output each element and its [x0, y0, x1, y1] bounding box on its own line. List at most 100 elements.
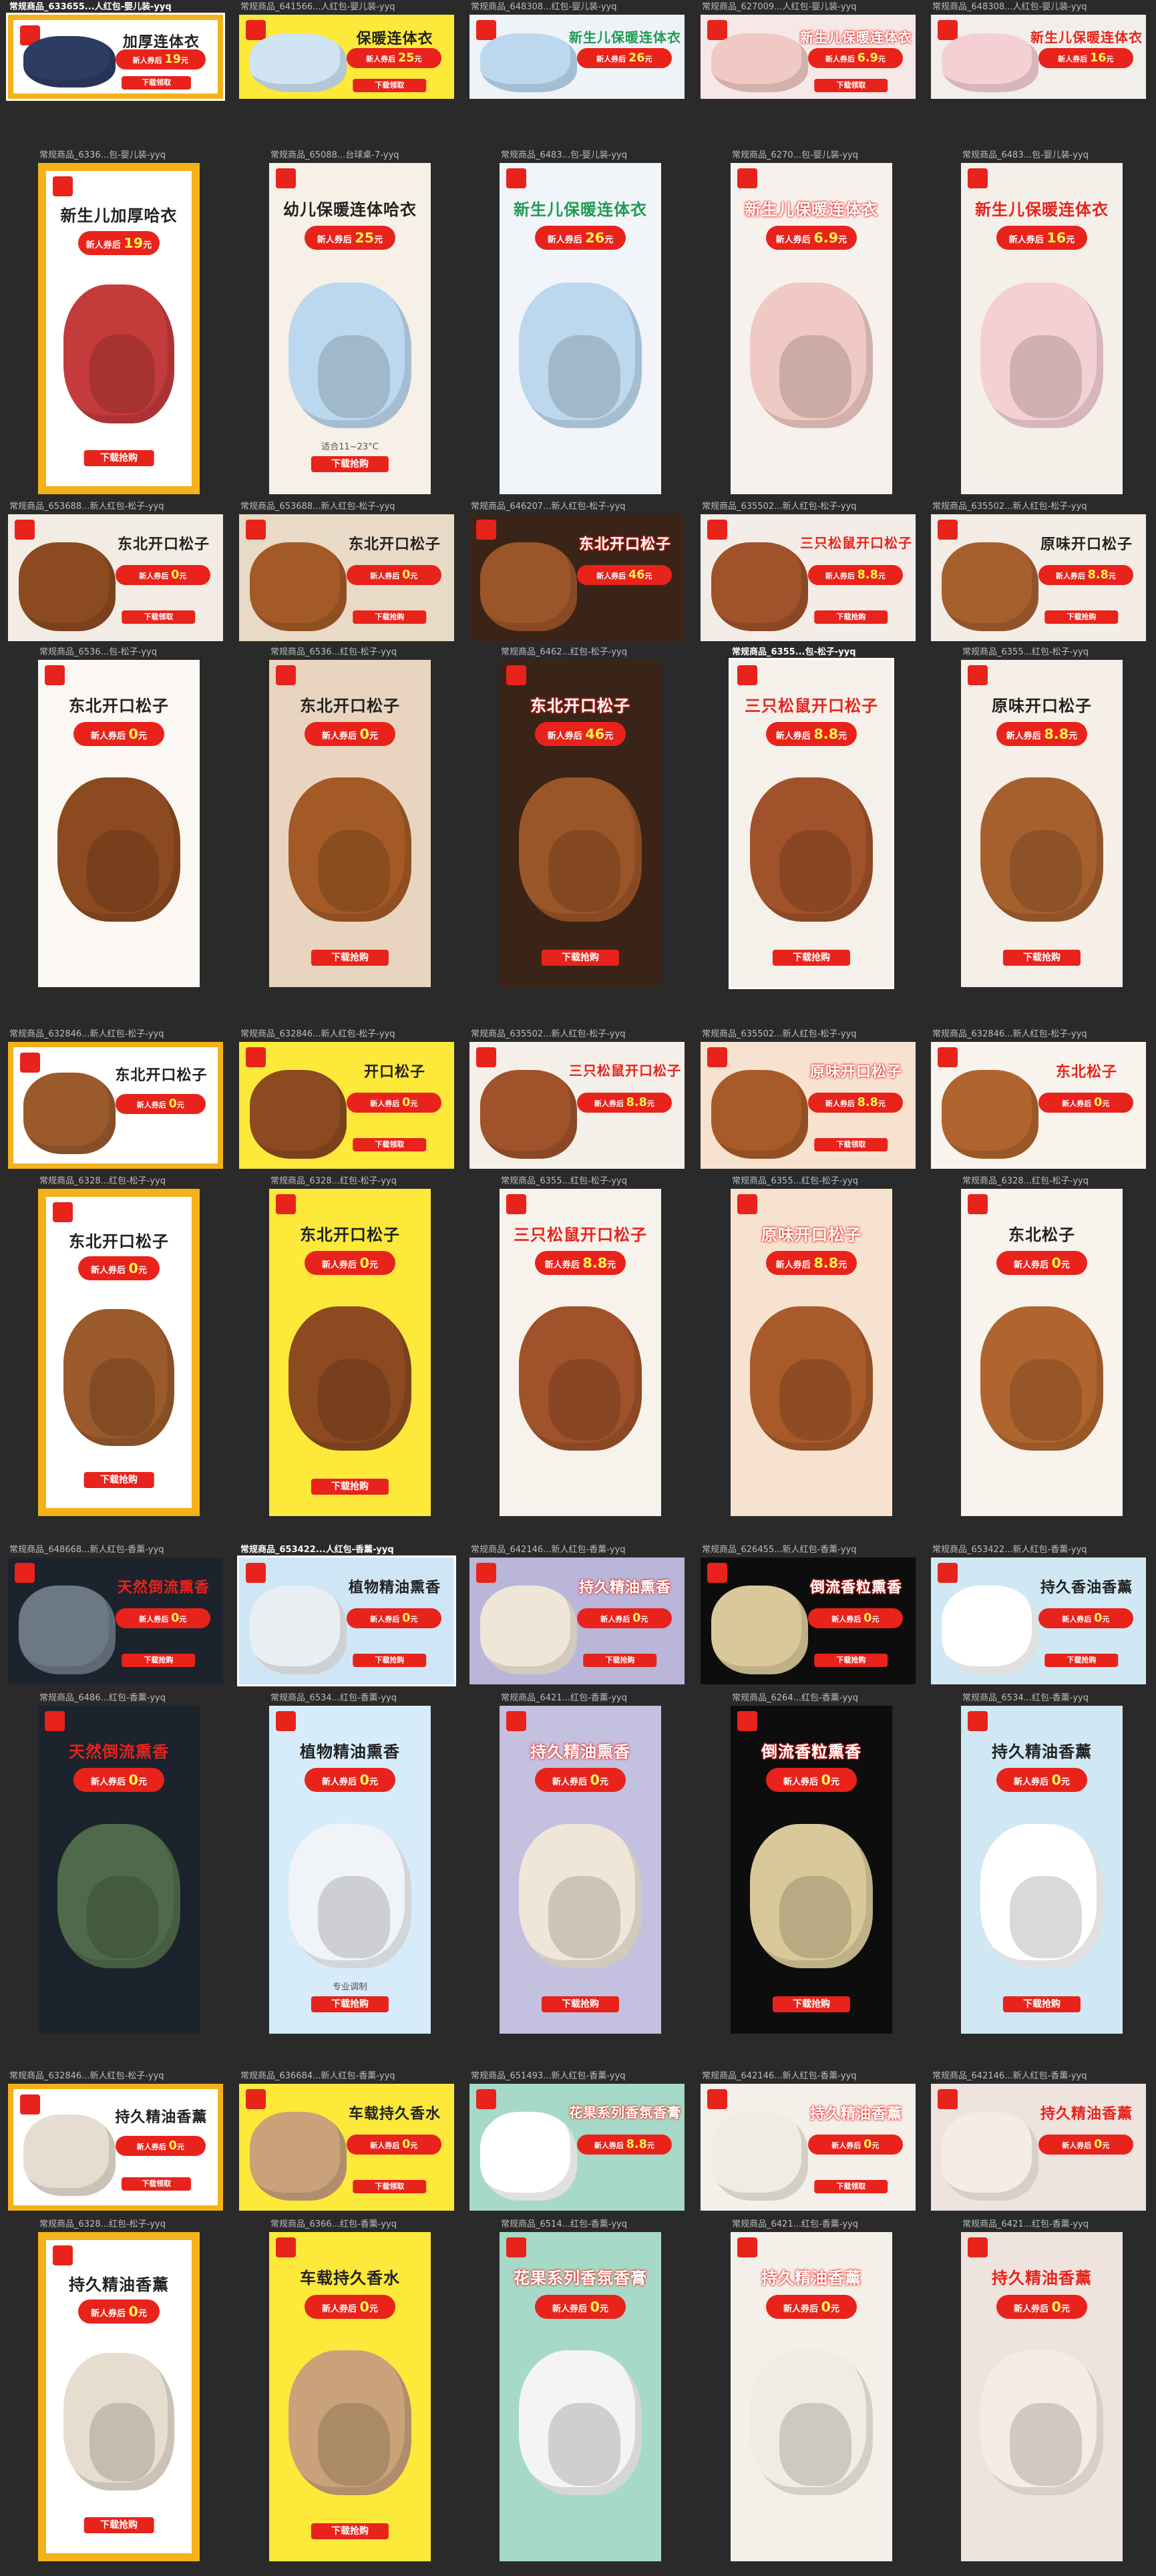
thumbnail-filename[interactable]: 常规商品_6536...包-松子-yyq [39, 647, 200, 659]
download-cta-button[interactable]: 下载抢购 [311, 1478, 389, 1495]
thumbnail-image[interactable]: 新生儿保暖连体衣 新人券后 16元 [931, 15, 1146, 99]
thumbnail-image[interactable]: 东北松子 新人券后 0元 [931, 1042, 1146, 1169]
download-cta-button[interactable]: 下载抢购 [311, 949, 389, 966]
thumbnail-image[interactable]: 天然倒流熏香 新人券后 0元 [38, 1706, 200, 2034]
download-cta-button[interactable]: 下载领取 [814, 78, 888, 92]
thumbnail-image[interactable]: 东北松子 新人券后 0元 [961, 1189, 1123, 1516]
download-cta-button[interactable]: 下载领取 [122, 610, 196, 624]
download-cta-button[interactable]: 下载抢购 [772, 949, 851, 966]
thumbnail-image[interactable]: 三只松鼠开口松子 新人券后 8.8元 下载抢购 [729, 658, 894, 989]
download-cta-button[interactable]: 下载抢购 [83, 1472, 154, 1489]
thumbnail-filename[interactable]: 常规商品_641566...人红包-婴儿装-yyq [240, 1, 454, 13]
thumbnail-filename[interactable]: 常规商品_6328...红包-松子-yyq [39, 2219, 200, 2231]
thumbnail-image[interactable]: 持久精油香薰 新人券后 0元 [931, 2084, 1146, 2211]
thumbnail-image[interactable]: 持久精油香薰 新人券后 0元 [961, 2232, 1123, 2561]
thumbnail-image[interactable]: 加厚连体衣 新人券后 19元 下载领取 [6, 13, 225, 101]
thumbnail-filename[interactable]: 常规商品_6421...红包-香薰-yyq [501, 1692, 661, 1704]
thumbnail-image[interactable]: 倒流香粒熏香 新人券后 0元 下载抢购 [731, 1706, 892, 2034]
thumbnail-tile[interactable]: 常规商品_6486...红包-香薰-yyq 天然倒流熏香 新人券后 0元 [38, 1693, 200, 2034]
thumbnail-filename[interactable]: 常规商品_6328...红包-松子-yyq [962, 1175, 1123, 1187]
thumbnail-filename[interactable]: 常规商品_653422...人红包-香薰-yyq [240, 1544, 454, 1556]
thumbnail-tile[interactable]: 常规商品_6355...红包-松子-yyq 原味开口松子 新人券后 8.8元 [731, 1176, 892, 1516]
thumbnail-tile[interactable]: 常规商品_642146...新人红包-香薰-yyq 持久精油熏香 新人券后 0元 下载… [469, 1545, 685, 1684]
thumbnail-filename[interactable]: 常规商品_6336...包-婴儿装-yyq [39, 150, 200, 162]
thumbnail-filename[interactable]: 常规商品_6355...红包-松子-yyq [732, 1175, 892, 1187]
thumbnail-filename[interactable]: 常规商品_653688...新人红包-松子-yyq [9, 501, 223, 513]
thumbnail-filename[interactable]: 常规商品_6534...红包-香薰-yyq [962, 1692, 1123, 1704]
thumbnail-filename[interactable]: 常规商品_635502...新人红包-松子-yyq [702, 1029, 916, 1041]
thumbnail-tile[interactable]: 常规商品_6536...红包-松子-yyq 东北开口松子 新人券后 0元 下载抢购 [269, 647, 431, 987]
thumbnail-image[interactable]: 天然倒流熏香 新人券后 0元 下载抢购 [8, 1557, 223, 1684]
thumbnail-image[interactable]: 三只松鼠开口松子 新人券后 8.8元 [500, 1189, 661, 1516]
thumbnail-filename[interactable]: 常规商品_6536...红包-松子-yyq [270, 647, 431, 659]
thumbnail-image[interactable]: 东北开口松子 新人券后 0元 [38, 660, 200, 987]
thumbnail-filename[interactable]: 常规商品_6355...红包-松子-yyq [962, 647, 1123, 659]
thumbnail-image[interactable]: 保暖连体衣 新人券后 25元 下载领取 [239, 15, 454, 99]
download-cta-button[interactable]: 下载抢购 [1002, 949, 1081, 966]
thumbnail-tile[interactable]: 常规商品_653688...新人红包-松子-yyq 东北开口松子 新人券后 0元 下载… [8, 502, 223, 641]
thumbnail-image[interactable]: 新生儿保暖连体衣 新人券后 16元 [961, 163, 1123, 494]
thumbnail-tile[interactable]: 常规商品_648308...红包-婴儿装-yyq 新生儿保暖连体衣 新人券后 26元 [469, 2, 685, 99]
thumbnail-filename[interactable]: 常规商品_6355...包-松子-yyq [732, 647, 892, 659]
download-cta-button[interactable]: 下载抢购 [311, 1996, 389, 2012]
thumbnail-filename[interactable]: 常规商品_627009...人红包-婴儿装-yyq [702, 1, 916, 13]
download-cta-button[interactable]: 下载抢购 [1044, 1654, 1119, 1668]
thumbnail-filename[interactable]: 常规商品_6486...红包-香薰-yyq [39, 1692, 200, 1704]
thumbnail-filename[interactable]: 常规商品_6366...红包-香薰-yyq [270, 2219, 431, 2231]
thumbnail-tile[interactable]: 常规商品_6483...包-婴儿装-yyq 新生儿保暖连体衣 新人券后 16元 [961, 150, 1123, 494]
thumbnail-image[interactable]: 东北开口松子 新人券后 0元 下载抢购 [239, 514, 454, 641]
thumbnail-filename[interactable]: 常规商品_653422...新人红包-香薰-yyq [932, 1544, 1146, 1556]
thumbnail-tile[interactable]: 常规商品_651493...新人红包-香薰-yyq 花果系列香氛香膏 新人券后 8.… [469, 2071, 685, 2211]
thumbnail-filename[interactable]: 常规商品_6514...红包-香薰-yyq [501, 2219, 661, 2231]
thumbnail-image[interactable]: 开口松子 新人券后 0元 下载领取 [239, 1042, 454, 1169]
thumbnail-image[interactable]: 原味开口松子 新人券后 8.8元 下载领取 [701, 1042, 916, 1169]
thumbnail-tile[interactable]: 常规商品_635502...新人红包-松子-yyq 原味开口松子 新人券后 8.8元… [931, 502, 1146, 641]
thumbnail-filename[interactable]: 常规商品_65088...台球桌-7-yyq [270, 150, 431, 162]
thumbnail-image[interactable]: 新生儿保暖连体衣 新人券后 26元 [500, 163, 661, 494]
download-cta-button[interactable]: 下载抢购 [83, 2517, 154, 2534]
thumbnail-filename[interactable]: 常规商品_6421...红包-香薰-yyq [962, 2219, 1123, 2231]
thumbnail-filename[interactable]: 常规商品_6483...包-婴儿装-yyq [962, 150, 1123, 162]
thumbnail-tile[interactable]: 常规商品_6328...红包-松子-yyq 东北开口松子 新人券后 0元 下载抢购 [269, 1176, 431, 1516]
thumbnail-filename[interactable]: 常规商品_642146...新人红包-香薰-yyq [932, 2070, 1146, 2082]
thumbnail-tile[interactable]: 常规商品_6421...红包-香薰-yyq 持久精油熏香 新人券后 0元 下载抢购 [500, 1693, 661, 2034]
thumbnail-image[interactable]: 东北开口松子 新人券后 0元 下载抢购 [269, 1189, 431, 1516]
thumbnail-image[interactable]: 幼儿保暖连体哈衣 新人券后 25元 下载抢购 适合11~23°C [269, 163, 431, 494]
download-cta-button[interactable]: 下载抢购 [541, 1996, 620, 2012]
thumbnail-image[interactable]: 东北开口松子 新人券后 46元 下载抢购 [500, 660, 661, 987]
thumbnail-image[interactable]: 植物精油熏香 新人券后 0元 下载抢购 [237, 1555, 456, 1686]
download-cta-button[interactable]: 下载抢购 [814, 1654, 888, 1668]
thumbnail-filename[interactable]: 常规商品_642146...新人红包-香薰-yyq [471, 1544, 685, 1556]
thumbnail-filename[interactable]: 常规商品_653688...新人红包-松子-yyq [240, 501, 454, 513]
thumbnail-filename[interactable]: 常规商品_648308...人红包-婴儿装-yyq [932, 1, 1146, 13]
download-cta-button[interactable]: 下载抢购 [311, 455, 389, 472]
thumbnail-tile[interactable]: 常规商品_648308...人红包-婴儿装-yyq 新生儿保暖连体衣 新人券后 16… [931, 2, 1146, 99]
thumbnail-tile[interactable]: 常规商品_653688...新人红包-松子-yyq 东北开口松子 新人券后 0元 下载… [239, 502, 454, 641]
download-cta-button[interactable]: 下载抢购 [814, 610, 888, 624]
thumbnail-image[interactable]: 东北开口松子 新人券后 46元 [469, 514, 685, 641]
thumbnail-filename[interactable]: 常规商品_632846...新人红包-松子-yyq [9, 1029, 223, 1041]
thumbnail-filename[interactable]: 常规商品_6264...红包-香薰-yyq [732, 1692, 892, 1704]
thumbnail-image[interactable]: 持久精油香薰 新人券后 0元 下载领取 [8, 2084, 223, 2211]
download-cta-button[interactable]: 下载抢购 [122, 1654, 196, 1668]
thumbnail-tile[interactable]: 常规商品_633655...人红包-婴儿装-yyq 加厚连体衣 新人券后 19元 下载… [6, 2, 225, 101]
download-cta-button[interactable]: 下载抢购 [772, 1996, 851, 2012]
thumbnail-image[interactable]: 原味开口松子 新人券后 8.8元 下载抢购 [931, 514, 1146, 641]
thumbnail-tile[interactable]: 常规商品_646207...新人红包-松子-yyq 东北开口松子 新人券后 46元 [469, 502, 685, 641]
thumbnail-image[interactable]: 车载持久香水 新人券后 0元 下载抢购 [269, 2232, 431, 2561]
thumbnail-filename[interactable]: 常规商品_6270...包-婴儿装-yyq [732, 150, 892, 162]
thumbnail-tile[interactable]: 常规商品_6355...红包-松子-yyq 原味开口松子 新人券后 8.8元 下载抢购 [961, 647, 1123, 987]
download-cta-button[interactable]: 下载领取 [353, 2180, 427, 2194]
thumbnail-image[interactable]: 三只松鼠开口松子 新人券后 8.8元 下载抢购 [701, 514, 916, 641]
thumbnail-image[interactable]: 东北开口松子 新人券后 0元 下载抢购 [269, 660, 431, 987]
thumbnail-tile[interactable]: 常规商品_6421...红包-香薰-yyq 持久精油香薰 新人券后 0元 [961, 2219, 1123, 2561]
thumbnail-image[interactable]: 三只松鼠开口松子 新人券后 8.8元 [469, 1042, 685, 1169]
thumbnail-filename[interactable]: 常规商品_6421...红包-香薰-yyq [732, 2219, 892, 2231]
download-cta-button[interactable]: 下载抢购 [583, 1654, 657, 1668]
thumbnail-tile[interactable]: 常规商品_6328...红包-松子-yyq 东北松子 新人券后 0元 [961, 1176, 1123, 1516]
thumbnail-tile[interactable]: 常规商品_635502...新人红包-松子-yyq 原味开口松子 新人券后 8.8元… [701, 1029, 916, 1169]
download-cta-button[interactable]: 下载抢购 [83, 449, 154, 466]
thumbnail-tile[interactable]: 常规商品_642146...新人红包-香薰-yyq 持久精油香薰 新人券后 0元 [931, 2071, 1146, 2211]
thumbnail-tile[interactable]: 常规商品_636684...新人红包-香薰-yyq 车载持久香水 新人券后 0元 下载… [239, 2071, 454, 2211]
download-cta-button[interactable]: 下载领取 [814, 1138, 888, 1152]
